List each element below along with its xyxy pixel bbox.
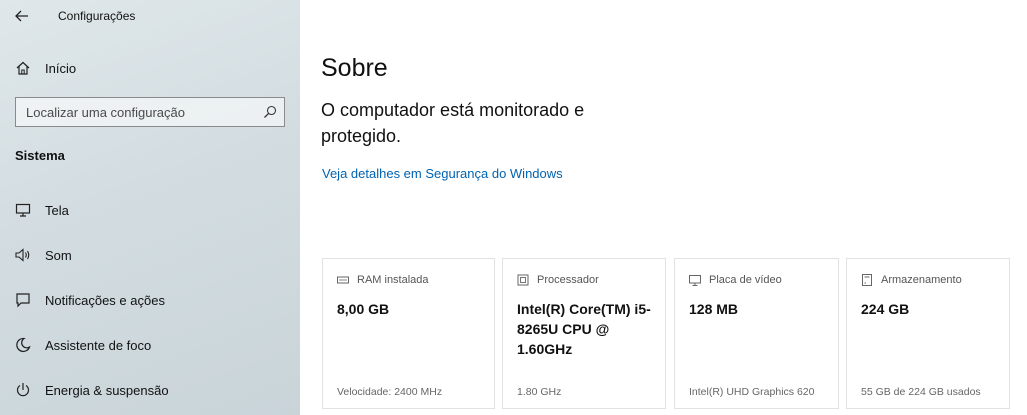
card-label: Placa de vídeo bbox=[709, 274, 782, 286]
sidebar-item-label: Notificações e ações bbox=[45, 292, 165, 308]
card-value: 8,00 GB bbox=[337, 301, 390, 317]
moon-icon bbox=[14, 336, 32, 354]
sidebar: Configurações Início Sistema Tela bbox=[0, 0, 300, 415]
page-title: Sobre bbox=[321, 54, 388, 82]
back-arrow-icon bbox=[15, 10, 28, 22]
app-title: Configurações bbox=[58, 9, 136, 23]
back-button[interactable] bbox=[8, 4, 36, 28]
title-bar: Configurações bbox=[0, 0, 300, 32]
windows-security-link[interactable]: Veja detalhes em Segurança do Windows bbox=[322, 166, 563, 181]
gpu-icon bbox=[689, 274, 701, 286]
sidebar-item-label: Assistente de foco bbox=[45, 337, 152, 353]
protection-status: O computador está monitorado e protegido… bbox=[321, 100, 585, 146]
search-input[interactable] bbox=[16, 98, 256, 126]
card-detail: 55 GB de 224 GB usados bbox=[861, 386, 981, 398]
power-icon bbox=[14, 381, 32, 399]
card-detail: Intel(R) UHD Graphics 620 bbox=[689, 386, 815, 398]
speaker-icon bbox=[14, 246, 32, 264]
sidebar-item-label: Início bbox=[45, 60, 77, 76]
card-value: Intel(R) Core(TM) i5-8265U CPU @ 1.60GHz bbox=[517, 301, 651, 357]
card-detail: 1.80 GHz bbox=[517, 386, 562, 398]
card-label: Armazenamento bbox=[881, 274, 962, 286]
sidebar-item-focus-assist[interactable]: Assistente de foco bbox=[0, 325, 300, 365]
sidebar-item-display[interactable]: Tela bbox=[0, 190, 300, 230]
sidebar-item-notifications[interactable]: Notificações e ações bbox=[0, 280, 300, 320]
monitor-icon bbox=[14, 201, 32, 219]
card-value: 224 GB bbox=[861, 301, 910, 317]
storage-icon bbox=[861, 274, 873, 286]
sidebar-item-sound[interactable]: Som bbox=[0, 235, 300, 275]
cpu-icon bbox=[517, 274, 529, 286]
sidebar-item-power[interactable]: Energia & suspensão bbox=[0, 370, 300, 410]
card-label: Processador bbox=[537, 274, 599, 286]
sidebar-item-label: Som bbox=[45, 247, 72, 263]
spec-card-processor: Processador Intel(R) Core(TM) i5-8265U C… bbox=[502, 258, 666, 409]
section-header: Sistema bbox=[15, 148, 65, 163]
home-icon bbox=[14, 59, 32, 77]
main-content: Sobre O computador está monitorado e pro… bbox=[300, 0, 1027, 415]
sidebar-item-label: Energia & suspensão bbox=[45, 382, 169, 398]
sidebar-item-home[interactable]: Início bbox=[0, 48, 300, 88]
notification-icon bbox=[14, 291, 32, 309]
search-icon[interactable] bbox=[262, 104, 278, 120]
card-label: RAM instalada bbox=[357, 274, 429, 286]
spec-card-storage: Armazenamento 224 GB 55 GB de 224 GB usa… bbox=[846, 258, 1010, 409]
spec-card-ram: RAM instalada 8,00 GB Velocidade: 2400 M… bbox=[322, 258, 495, 409]
search-box bbox=[15, 97, 285, 127]
spec-card-graphics: Placa de vídeo 128 MB Intel(R) UHD Graph… bbox=[674, 258, 839, 409]
card-value: 128 MB bbox=[689, 301, 739, 317]
sidebar-item-label: Tela bbox=[45, 202, 69, 218]
card-detail: Velocidade: 2400 MHz bbox=[337, 386, 443, 398]
memory-icon bbox=[337, 274, 349, 286]
